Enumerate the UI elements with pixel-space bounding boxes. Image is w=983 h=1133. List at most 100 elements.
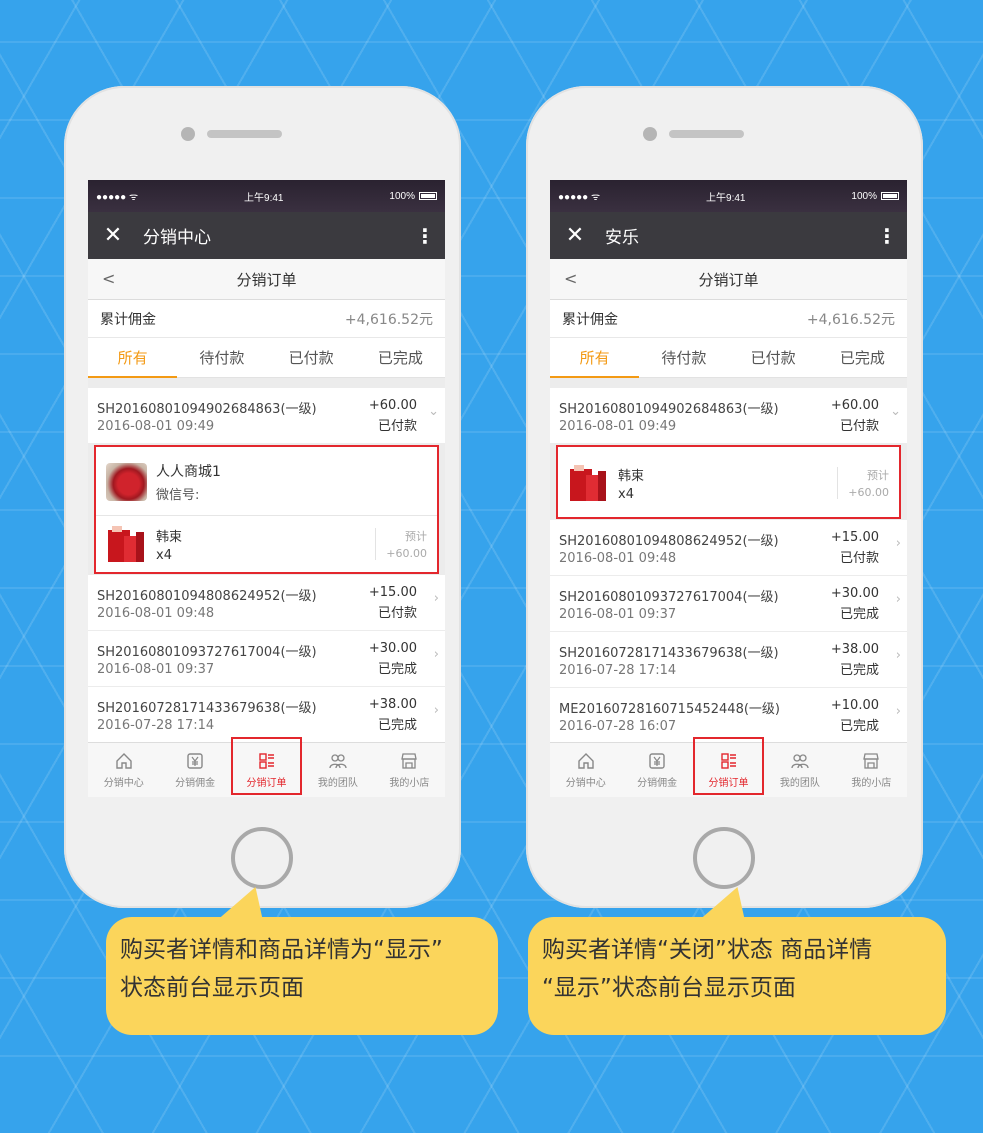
order-row-expanded[interactable]: SH20160801094902684863(一级) 2016-08-01 09… <box>550 388 907 443</box>
nav-label: 我的团队 <box>317 777 358 789</box>
order-status: 已完成 <box>377 717 417 733</box>
more-menu-icon[interactable]: ⋮ <box>877 224 897 248</box>
chevron-right-icon[interactable]: › <box>896 704 901 719</box>
order-date: 2016-08-01 09:37 <box>97 661 215 677</box>
order-row[interactable]: SH20160728171433679638(一级) 2016-07-28 17… <box>550 632 907 687</box>
home-icon <box>577 752 595 770</box>
chevron-right-icon[interactable]: › <box>896 536 901 551</box>
order-row[interactable]: SH20160801094808624952(一级) 2016-08-01 09… <box>88 575 445 630</box>
chevron-right-icon[interactable]: › <box>896 592 901 607</box>
order-row-expanded[interactable]: SH20160801094902684863(一级) 2016-08-01 09… <box>88 388 445 443</box>
tab-all[interactable]: 所有 <box>550 338 640 378</box>
order-date: 2016-07-28 16:07 <box>559 718 677 734</box>
nav-commission[interactable]: 分销佣金 <box>159 743 230 797</box>
order-row[interactable]: ME20160728160715452448(一级) 2016-07-28 16… <box>550 688 907 743</box>
close-icon[interactable]: ✕ <box>560 224 590 247</box>
signal-indicator: ●●●●● ᯤ <box>96 192 139 203</box>
order-row[interactable]: SH20160801093727617004(一级) 2016-08-01 09… <box>550 576 907 631</box>
team-icon <box>791 752 809 770</box>
tab-all[interactable]: 所有 <box>88 338 178 378</box>
speaker-grille <box>207 130 282 138</box>
nav-team[interactable]: 我的团队 <box>764 743 835 797</box>
nav-label: 分销佣金 <box>637 777 678 789</box>
phone-left: ●●●●● ᯤ 上午9:41 100% ✕ 分销中心 ⋮ < 分销订单 累计佣金… <box>64 86 461 908</box>
chevron-down-icon[interactable]: ⌄ <box>428 404 439 419</box>
product-quantity: x4 <box>156 547 172 563</box>
nav-distribution-center[interactable]: 分销中心 <box>88 743 159 797</box>
battery-icon <box>419 192 437 200</box>
product-quantity: x4 <box>618 486 634 502</box>
back-chevron-icon[interactable]: < <box>564 269 577 288</box>
chevron-right-icon[interactable]: › <box>434 591 439 606</box>
order-amount: +10.00 <box>830 697 879 713</box>
order-status: 已完成 <box>377 661 417 677</box>
nav-label: 我的小店 <box>389 777 430 789</box>
nav-team[interactable]: 我的团队 <box>302 743 373 797</box>
yen-icon <box>186 752 204 770</box>
home-button[interactable] <box>231 827 293 889</box>
chevron-down-icon[interactable]: ⌄ <box>890 404 901 419</box>
tab-paid[interactable]: 已付款 <box>729 338 818 377</box>
nav-orders[interactable]: 分销订单 <box>230 737 303 797</box>
nav-label: 分销佣金 <box>175 777 216 789</box>
commission-value: +4,616.52元 <box>806 311 895 328</box>
order-status: 已付款 <box>377 605 417 621</box>
battery-percent: 100% <box>851 190 877 202</box>
more-menu-icon[interactable]: ⋮ <box>415 224 435 248</box>
tab-completed[interactable]: 已完成 <box>356 338 445 377</box>
tab-completed[interactable]: 已完成 <box>818 338 907 377</box>
nav-label: 分销中心 <box>565 777 606 789</box>
chevron-right-icon[interactable]: › <box>434 703 439 718</box>
page-title: 分销订单 <box>236 270 297 289</box>
camera-dot <box>643 127 657 141</box>
battery-indicator: 100% <box>389 191 437 202</box>
nav-orders[interactable]: 分销订单 <box>692 737 765 797</box>
tab-paid[interactable]: 已付款 <box>267 338 356 377</box>
nav-shop[interactable]: 我的小店 <box>836 743 907 797</box>
page-title: 分销订单 <box>698 270 759 289</box>
buyer-avatar <box>106 463 147 501</box>
buyer-name: 人人商城1 <box>156 464 221 480</box>
status-bar: ●●●●● ᯤ 上午9:41 100% <box>550 180 907 212</box>
order-status: 已完成 <box>839 606 879 622</box>
product-name: 韩束 <box>618 468 645 484</box>
camera-dot <box>181 127 195 141</box>
order-row[interactable]: SH20160728171433679638(一级) 2016-07-28 17… <box>88 687 445 742</box>
order-id: SH20160801094808624952(一级) <box>97 588 317 604</box>
app-titlebar: ✕ 安乐 ⋮ <box>550 212 907 259</box>
order-amount: +30.00 <box>830 585 879 601</box>
commission-label: 累计佣金 <box>100 311 156 328</box>
app-title: 分销中心 <box>143 228 211 248</box>
order-date: 2016-07-28 17:14 <box>559 662 677 678</box>
caption-line: 购买者详情“关闭”状态 商品详情 <box>542 937 873 963</box>
order-id: SH20160801094902684863(一级) <box>559 401 779 417</box>
back-chevron-icon[interactable]: < <box>102 269 115 288</box>
order-date: 2016-08-01 09:49 <box>97 418 215 434</box>
order-date: 2016-08-01 09:37 <box>559 606 677 622</box>
order-row[interactable]: SH20160801093727617004(一级) 2016-08-01 09… <box>88 631 445 686</box>
app-title: 安乐 <box>605 228 639 248</box>
order-id: SH20160801094902684863(一级) <box>97 401 317 417</box>
order-amount: +38.00 <box>368 696 417 712</box>
tab-pending-payment[interactable]: 待付款 <box>177 338 266 377</box>
chevron-right-icon[interactable]: › <box>896 648 901 663</box>
chevron-right-icon[interactable]: › <box>434 647 439 662</box>
commission-summary: 累计佣金 +4,616.52元 <box>88 300 445 338</box>
signal-indicator: ●●●●● ᯤ <box>558 192 601 203</box>
status-time: 上午9:41 <box>244 192 284 204</box>
battery-indicator: 100% <box>851 191 899 202</box>
nav-commission[interactable]: 分销佣金 <box>621 743 692 797</box>
product-image <box>568 463 609 503</box>
home-button[interactable] <box>693 827 755 889</box>
nav-distribution-center[interactable]: 分销中心 <box>550 743 621 797</box>
nav-shop[interactable]: 我的小店 <box>374 743 445 797</box>
product-details: 韩束 x4 预计 +60.00 <box>96 516 437 572</box>
tab-pending-payment[interactable]: 待付款 <box>639 338 728 377</box>
order-status: 已付款 <box>839 550 879 566</box>
close-icon[interactable]: ✕ <box>98 224 128 247</box>
bottom-nav: 分销中心 分销佣金 分销订单 我的团队 我的小店 <box>88 737 445 797</box>
order-row[interactable]: SH20160801094808624952(一级) 2016-08-01 09… <box>550 520 907 575</box>
commission-label: 累计佣金 <box>562 311 618 328</box>
order-detail-highlight: 韩束 x4 预计 +60.00 <box>556 445 901 519</box>
battery-icon <box>881 192 899 200</box>
